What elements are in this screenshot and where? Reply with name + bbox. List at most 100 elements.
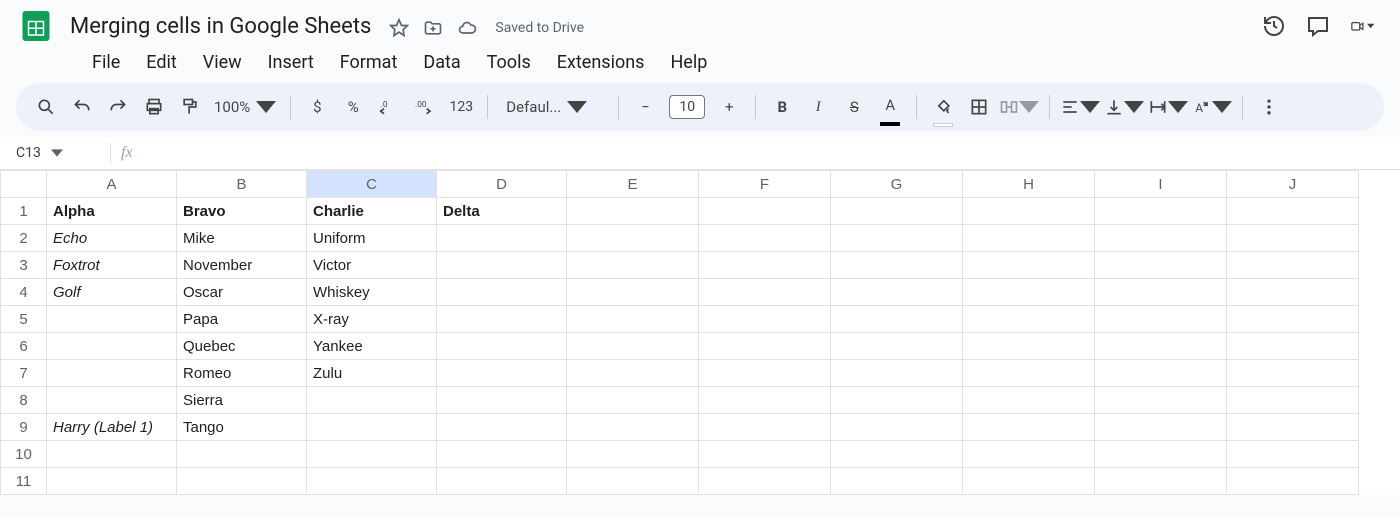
cell-G1[interactable]	[831, 198, 963, 225]
cell-A10[interactable]	[47, 441, 177, 468]
cell-I10[interactable]	[1095, 441, 1227, 468]
col-F[interactable]: F	[699, 171, 831, 198]
cell-B3[interactable]: November	[177, 252, 307, 279]
menu-insert[interactable]: Insert	[256, 48, 326, 77]
text-color-button[interactable]: A	[874, 91, 906, 123]
col-D[interactable]: D	[437, 171, 567, 198]
cell-E8[interactable]	[567, 387, 699, 414]
cell-J7[interactable]	[1227, 360, 1359, 387]
cell-H4[interactable]	[963, 279, 1095, 306]
cell-G8[interactable]	[831, 387, 963, 414]
cell-C5[interactable]: X-ray	[307, 306, 437, 333]
select-all-corner[interactable]	[1, 171, 47, 198]
cell-G9[interactable]	[831, 414, 963, 441]
cell-I3[interactable]	[1095, 252, 1227, 279]
more-icon[interactable]	[1253, 91, 1285, 123]
cell-A2[interactable]: Echo	[47, 225, 177, 252]
cell-D7[interactable]	[437, 360, 567, 387]
wrap-button[interactable]	[1148, 91, 1188, 123]
cell-H2[interactable]	[963, 225, 1095, 252]
cell-C4[interactable]: Whiskey	[307, 279, 437, 306]
cell-B11[interactable]	[177, 468, 307, 495]
cell-C8[interactable]	[307, 387, 437, 414]
print-icon[interactable]	[138, 91, 170, 123]
cell-E5[interactable]	[567, 306, 699, 333]
italic-button[interactable]: I	[802, 91, 834, 123]
cell-J9[interactable]	[1227, 414, 1359, 441]
row-6[interactable]: 6	[1, 333, 47, 360]
strike-button[interactable]: S	[838, 91, 870, 123]
cell-C2[interactable]: Uniform	[307, 225, 437, 252]
cell-F11[interactable]	[699, 468, 831, 495]
cell-B2[interactable]: Mike	[177, 225, 307, 252]
cell-D8[interactable]	[437, 387, 567, 414]
cell-J5[interactable]	[1227, 306, 1359, 333]
row-1[interactable]: 1	[1, 198, 47, 225]
cell-J6[interactable]	[1227, 333, 1359, 360]
row-2[interactable]: 2	[1, 225, 47, 252]
row-7[interactable]: 7	[1, 360, 47, 387]
cell-D5[interactable]	[437, 306, 567, 333]
cell-E11[interactable]	[567, 468, 699, 495]
menu-format[interactable]: Format	[328, 48, 410, 77]
col-E[interactable]: E	[567, 171, 699, 198]
format-percent[interactable]: %	[337, 91, 369, 123]
cell-J11[interactable]	[1227, 468, 1359, 495]
cell-G11[interactable]	[831, 468, 963, 495]
cell-E4[interactable]	[567, 279, 699, 306]
cell-J3[interactable]	[1227, 252, 1359, 279]
cell-D10[interactable]	[437, 441, 567, 468]
more-formats[interactable]: 123	[445, 91, 477, 123]
font-size-input[interactable]: 10	[669, 95, 705, 119]
redo-icon[interactable]	[102, 91, 134, 123]
cell-F6[interactable]	[699, 333, 831, 360]
cell-I5[interactable]	[1095, 306, 1227, 333]
cell-A11[interactable]	[47, 468, 177, 495]
cell-A4[interactable]: Golf	[47, 279, 177, 306]
cell-H6[interactable]	[963, 333, 1095, 360]
rotate-button[interactable]: A	[1192, 91, 1232, 123]
col-I[interactable]: I	[1095, 171, 1227, 198]
cell-H1[interactable]	[963, 198, 1095, 225]
history-icon[interactable]	[1262, 14, 1286, 38]
cell-A8[interactable]	[47, 387, 177, 414]
star-icon[interactable]	[389, 18, 409, 38]
cell-F8[interactable]	[699, 387, 831, 414]
cell-J1[interactable]	[1227, 198, 1359, 225]
menu-edit[interactable]: Edit	[134, 48, 188, 77]
cell-E6[interactable]	[567, 333, 699, 360]
cell-I7[interactable]	[1095, 360, 1227, 387]
cell-H11[interactable]	[963, 468, 1095, 495]
comment-icon[interactable]	[1306, 14, 1330, 38]
v-align-button[interactable]	[1104, 91, 1144, 123]
cell-H9[interactable]	[963, 414, 1095, 441]
col-H[interactable]: H	[963, 171, 1095, 198]
fill-color-button[interactable]	[927, 91, 959, 123]
cell-E10[interactable]	[567, 441, 699, 468]
cell-G2[interactable]	[831, 225, 963, 252]
row-4[interactable]: 4	[1, 279, 47, 306]
bold-button[interactable]: B	[766, 91, 798, 123]
cell-B1[interactable]: Bravo	[177, 198, 307, 225]
cell-C6[interactable]: Yankee	[307, 333, 437, 360]
move-icon[interactable]	[423, 18, 443, 38]
col-G[interactable]: G	[831, 171, 963, 198]
cell-I6[interactable]	[1095, 333, 1227, 360]
cell-C10[interactable]	[307, 441, 437, 468]
cell-B5[interactable]: Papa	[177, 306, 307, 333]
decrease-decimal-icon[interactable]: .0	[373, 91, 405, 123]
col-A[interactable]: A	[47, 171, 177, 198]
merge-button[interactable]	[999, 91, 1039, 123]
menu-extensions[interactable]: Extensions	[545, 48, 657, 77]
cell-E2[interactable]	[567, 225, 699, 252]
borders-button[interactable]	[963, 91, 995, 123]
cell-A6[interactable]	[47, 333, 177, 360]
cell-G4[interactable]	[831, 279, 963, 306]
cell-C3[interactable]: Victor	[307, 252, 437, 279]
cell-H10[interactable]	[963, 441, 1095, 468]
menu-view[interactable]: View	[191, 48, 254, 77]
cell-G7[interactable]	[831, 360, 963, 387]
cell-C11[interactable]	[307, 468, 437, 495]
cell-I4[interactable]	[1095, 279, 1227, 306]
cell-F5[interactable]	[699, 306, 831, 333]
